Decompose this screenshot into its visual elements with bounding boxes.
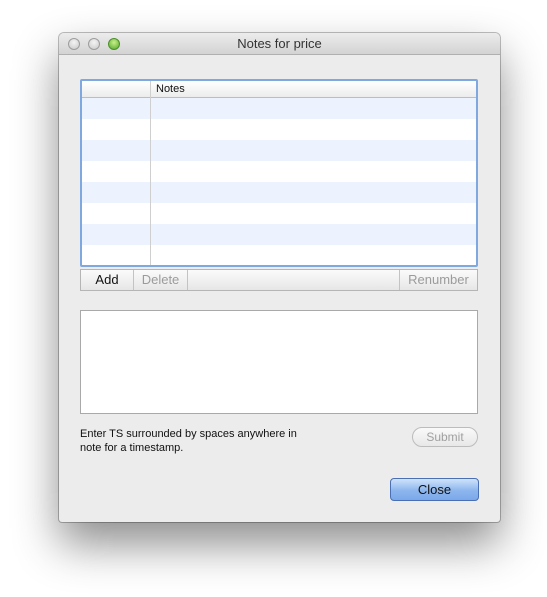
hint-line-1: Enter TS surrounded by spaces anywhere i… bbox=[80, 428, 297, 440]
table-row[interactable] bbox=[82, 203, 476, 224]
delete-button[interactable]: Delete bbox=[134, 270, 188, 290]
table-row[interactable] bbox=[82, 245, 476, 265]
submit-button[interactable]: Submit bbox=[412, 427, 478, 447]
window-title: Notes for price bbox=[237, 36, 322, 51]
title-bar[interactable]: Notes for price bbox=[59, 33, 500, 55]
table-row[interactable] bbox=[82, 98, 476, 119]
hint-line-2: note for a timestamp. bbox=[80, 442, 184, 454]
close-button[interactable]: Close bbox=[390, 478, 479, 501]
table-row[interactable] bbox=[82, 182, 476, 203]
column-divider[interactable] bbox=[150, 81, 151, 265]
notes-table[interactable]: Notes bbox=[80, 79, 478, 267]
table-row[interactable] bbox=[82, 224, 476, 245]
timestamp-hint: Enter TS surrounded by spaces anywhere i… bbox=[80, 427, 360, 455]
table-actions-bar: Add Delete Renumber bbox=[80, 269, 478, 291]
table-header: Notes bbox=[82, 81, 476, 98]
add-button[interactable]: Add bbox=[81, 270, 134, 290]
table-row[interactable] bbox=[82, 140, 476, 161]
renumber-button[interactable]: Renumber bbox=[399, 270, 477, 290]
table-row[interactable] bbox=[82, 119, 476, 140]
note-text-field[interactable] bbox=[80, 310, 478, 414]
table-row[interactable] bbox=[82, 161, 476, 182]
notes-window: Notes for price Notes Add Delete Renumbe… bbox=[59, 33, 500, 522]
column-header-notes[interactable]: Notes bbox=[156, 83, 185, 95]
